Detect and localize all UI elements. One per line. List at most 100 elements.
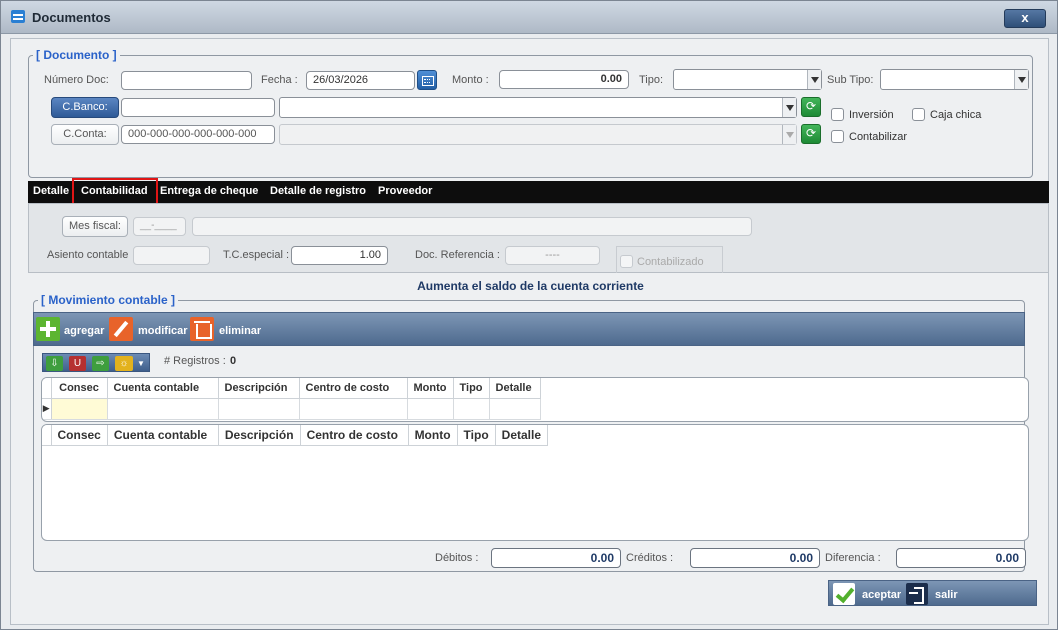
table-row[interactable]: ▶ [42,398,541,420]
numero-doc-input[interactable] [121,71,252,90]
subtipo-label: Sub Tipo: [827,74,874,86]
doc-referencia-input[interactable]: ---- [505,246,600,265]
trash-icon[interactable] [190,317,214,341]
magnet-icon[interactable]: U [69,356,86,371]
row-pointer-icon: ▶ [42,398,52,420]
col-cuenta-contable[interactable]: Cuenta contable [107,425,219,446]
asiento-contable-input[interactable] [133,246,210,265]
info-banner: Aumenta el saldo de la cuenta corriente [417,279,644,293]
mes-fiscal-button[interactable]: Mes fiscal: [62,216,128,237]
cell-monto[interactable] [407,398,454,420]
contabilizar-label: Contabilizar [849,131,908,143]
debitos-label: Débitos : [435,552,479,564]
cell-descripcion[interactable] [218,398,300,420]
caja-chica-label: Caja chica [930,109,982,121]
contabilizado-checkbox[interactable] [620,255,633,268]
cconta-button[interactable]: C.Conta: [51,124,119,145]
diferencia-input[interactable]: 0.00 [896,548,1026,568]
cbanco-input[interactable] [121,98,275,117]
col-detalle[interactable]: Detalle [495,425,549,446]
mes-fiscal-input[interactable]: __-____ [133,217,186,236]
tab-proveedor[interactable]: Proveedor [378,185,432,197]
col-monto[interactable]: Monto [407,378,454,399]
move-down-icon[interactable]: ⇩ [46,356,63,371]
active-tab-highlight [72,178,158,205]
refresh-icon[interactable]: ⟳ [801,124,821,144]
cconta-select[interactable] [279,124,797,145]
movimiento-toolbar: agregar modificar eliminar [33,312,1025,346]
export-icon[interactable]: ⇨ [92,356,109,371]
fecha-input[interactable]: 26/03/2026 [306,71,415,90]
settings-sun-icon[interactable]: ☼ [115,356,133,371]
col-centro-de-costo[interactable]: Centro de costo [299,378,408,399]
salir-button[interactable]: salir [935,589,958,601]
col-cuenta-contable[interactable]: Cuenta contable [107,378,219,399]
registros-count: 0 [230,355,237,367]
creditos-input[interactable]: 0.00 [690,548,820,568]
cell-centro-de-costo[interactable] [299,398,408,420]
tc-especial-input[interactable]: 1.00 [291,246,388,265]
document-list-icon [11,10,25,23]
inversion-checkbox[interactable] [831,108,844,121]
row-header [42,425,52,446]
window-content: [ Documento ] Número Doc: Fecha : 26/03/… [10,38,1049,625]
col-monto[interactable]: Monto [408,425,458,446]
movimiento-contable-legend: [ Movimiento contable ] [38,293,179,307]
col-consec[interactable]: Consec [51,378,108,399]
edit-grid-table: Consec Cuenta contable Descripción Centr… [42,378,541,420]
edit-grid: Consec Cuenta contable Descripción Centr… [41,377,1029,422]
contabilizar-checkbox[interactable] [831,130,844,143]
records-grid: Consec Cuenta contable Descripción Centr… [41,424,1029,541]
cbanco-select[interactable] [279,97,797,118]
tab-entrega-de-cheque[interactable]: Entrega de cheque [160,185,258,197]
cell-tipo[interactable] [453,398,490,420]
debitos-input[interactable]: 0.00 [491,548,621,568]
pencil-icon[interactable] [109,317,133,341]
chevron-down-icon [782,125,796,144]
caja-chica-checkbox[interactable] [912,108,925,121]
documento-legend: [ Documento ] [33,48,120,62]
asiento-contable-label: Asiento contable [47,249,129,261]
tipo-select[interactable] [673,69,822,90]
cell-consec[interactable] [51,398,108,420]
monto-label: Monto : [452,74,489,86]
tc-especial-label: T.C.especial : [223,249,290,261]
diferencia-label: Diferencia : [825,552,881,564]
check-icon[interactable] [833,583,855,605]
cell-cuenta-contable[interactable] [107,398,219,420]
cbanco-button[interactable]: C.Banco: [51,97,119,118]
eliminar-button[interactable]: eliminar [219,325,261,337]
col-tipo[interactable]: Tipo [457,425,496,446]
chevron-down-icon [1014,70,1028,89]
tab-detalle[interactable]: Detalle [33,185,69,197]
cell-detalle[interactable] [489,398,541,420]
add-icon[interactable] [36,317,60,341]
cconta-input[interactable]: 000-000-000-000-000-000 [121,125,275,144]
col-descripcion[interactable]: Descripción [218,378,300,399]
tab-detalle-de-registro[interactable]: Detalle de registro [270,185,366,197]
col-descripcion[interactable]: Descripción [218,425,301,446]
col-tipo[interactable]: Tipo [453,378,490,399]
refresh-icon[interactable]: ⟳ [801,97,821,117]
monto-input[interactable]: 0.00 [499,70,629,89]
numero-doc-label: Número Doc: [44,74,109,86]
close-button[interactable]: x [1004,9,1046,28]
modificar-button[interactable]: modificar [138,325,188,337]
title-bar: Documentos x [1,1,1057,34]
doc-referencia-label: Doc. Referencia : [415,249,500,261]
col-detalle[interactable]: Detalle [489,378,541,399]
subtipo-select[interactable] [880,69,1029,90]
chevron-down-icon[interactable]: ▼ [135,356,147,371]
row-header [42,378,52,399]
agregar-button[interactable]: agregar [64,325,104,337]
fecha-label: Fecha : [261,74,298,86]
calendar-icon[interactable] [417,70,437,90]
exit-icon[interactable] [906,583,928,605]
records-grid-table: Consec Cuenta contable Descripción Centr… [42,425,549,446]
contabilizado-label: Contabilizado [637,256,704,268]
inversion-label: Inversión [849,109,894,121]
col-consec[interactable]: Consec [51,425,108,446]
col-centro-de-costo[interactable]: Centro de costo [300,425,409,446]
aceptar-button[interactable]: aceptar [862,589,901,601]
tab-bar: Detalle Contabilidad Entrega de cheque D… [28,181,1049,203]
